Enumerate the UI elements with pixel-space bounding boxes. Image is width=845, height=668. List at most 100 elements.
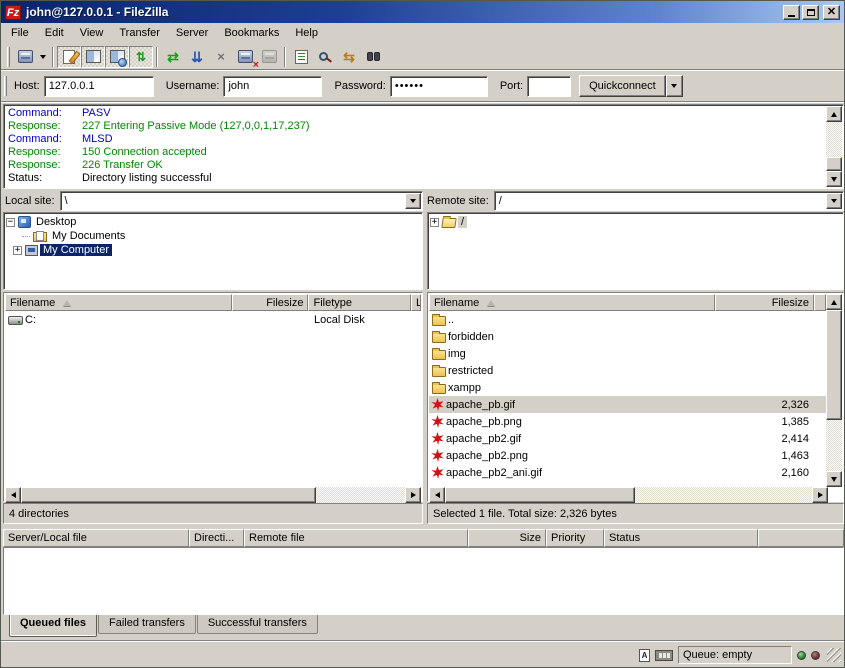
column-header-server-local-file[interactable]: Server/Local file	[3, 529, 189, 547]
resize-grip[interactable]	[827, 648, 841, 662]
scrollbar-thumb[interactable]	[826, 310, 842, 420]
scrollbar-thumb[interactable]	[445, 487, 635, 503]
minimize-button[interactable]	[783, 5, 800, 20]
close-button[interactable]: ✕	[823, 5, 840, 20]
folder-row[interactable]: ..	[429, 311, 826, 328]
process-queue-button[interactable]: ⇊	[185, 46, 209, 68]
scroll-up-icon	[831, 109, 837, 117]
username-input[interactable]	[223, 76, 322, 97]
scrollbar-track[interactable]	[316, 487, 405, 503]
file-row-selected[interactable]: apache_pb.gif2,326	[429, 396, 826, 413]
file-row[interactable]: apache_pb2.png1,463	[429, 447, 826, 464]
local-horizontal-scrollbar[interactable]	[5, 487, 421, 503]
menu-transfer[interactable]: Transfer	[111, 24, 168, 42]
port-label: Port:	[500, 80, 523, 92]
column-header-filename[interactable]: Filename	[5, 294, 232, 311]
close-icon: ✕	[827, 7, 836, 17]
column-header-filetype[interactable]: Filetype	[308, 294, 411, 311]
tab-successful-transfers[interactable]: Successful transfers	[197, 615, 318, 634]
column-header-lastmodified[interactable]: L	[411, 294, 421, 311]
menu-bookmarks[interactable]: Bookmarks	[216, 24, 287, 42]
collapse-icon[interactable]: −	[6, 218, 15, 227]
column-header-filesize[interactable]: Filesize	[715, 294, 814, 311]
host-input[interactable]	[44, 76, 154, 97]
scroll-right-icon	[411, 492, 419, 498]
toggle-message-log-button[interactable]	[57, 46, 81, 68]
menu-file[interactable]: File	[3, 24, 37, 42]
column-header-direction[interactable]: Directi...	[189, 529, 244, 547]
disconnect-button[interactable]: ×	[233, 46, 257, 68]
filter-button[interactable]	[289, 46, 313, 68]
remote-horizontal-scrollbar[interactable]	[429, 487, 828, 503]
tree-item-my-computer[interactable]: + My Computer	[6, 243, 420, 257]
tree-item-desktop[interactable]: − Desktop	[6, 215, 420, 229]
column-header-filesize[interactable]: Filesize	[232, 294, 309, 311]
folder-row[interactable]: xampp	[429, 379, 826, 396]
scroll-down-button[interactable]	[826, 471, 842, 487]
menu-help[interactable]: Help	[287, 24, 326, 42]
password-input[interactable]	[390, 76, 488, 97]
file-row-c-drive[interactable]: C: Local Disk	[5, 311, 421, 328]
toggle-remote-tree-button[interactable]	[105, 46, 129, 68]
log-line: Response:150 Connection accepted	[8, 146, 823, 159]
column-header-remote-file[interactable]: Remote file	[244, 529, 468, 547]
scroll-up-icon	[831, 297, 837, 305]
scroll-right-button[interactable]	[812, 487, 828, 503]
scrollbar-track[interactable]	[635, 487, 812, 503]
image-file-icon	[431, 466, 444, 479]
expand-icon[interactable]: +	[430, 218, 439, 227]
column-header-priority[interactable]: Priority	[546, 529, 604, 547]
scrollbar-track[interactable]	[826, 420, 842, 471]
scroll-left-button[interactable]	[429, 487, 445, 503]
log-scrollbar[interactable]	[826, 106, 842, 187]
find-files-button[interactable]	[361, 46, 385, 68]
remote-site-dropdown-button[interactable]	[826, 193, 842, 209]
speed-limit-icon[interactable]	[655, 650, 673, 661]
toggle-transfer-queue-button[interactable]: ⇅	[129, 46, 153, 68]
directory-comparison-button[interactable]	[313, 46, 337, 68]
tab-queued-files[interactable]: Queued files	[9, 615, 97, 637]
tab-failed-transfers[interactable]: Failed transfers	[98, 615, 196, 634]
remote-site-label: Remote site:	[427, 195, 489, 207]
synchronized-browsing-button[interactable]: ⇆	[337, 46, 361, 68]
refresh-button[interactable]: ⇄	[161, 46, 185, 68]
column-header-size[interactable]: Size	[468, 529, 546, 547]
folder-row[interactable]: img	[429, 345, 826, 362]
file-row[interactable]: apache_pb2_ani.gif2,160	[429, 464, 826, 481]
remote-site-combo[interactable]: /	[494, 191, 844, 211]
folder-row[interactable]: forbidden	[429, 328, 826, 345]
scroll-up-button[interactable]	[826, 294, 842, 310]
local-site-dropdown-button[interactable]	[405, 193, 421, 209]
remote-vertical-scrollbar[interactable]	[826, 294, 842, 487]
toggle-local-tree-button[interactable]	[81, 46, 105, 68]
column-header-filename[interactable]: Filename	[429, 294, 715, 311]
site-manager-dropdown-button[interactable]	[37, 46, 49, 68]
menu-server[interactable]: Server	[168, 24, 216, 42]
cancel-button[interactable]: ×	[209, 46, 233, 68]
scroll-right-button[interactable]	[405, 487, 421, 503]
quickconnect-dropdown-button[interactable]	[666, 75, 683, 97]
folder-row[interactable]: restricted	[429, 362, 826, 379]
maximize-button[interactable]	[802, 5, 819, 20]
expand-icon[interactable]: +	[13, 246, 22, 255]
scrollbar-track[interactable]	[826, 122, 842, 157]
file-row[interactable]: apache_pb2.gif2,414	[429, 430, 826, 447]
local-site-combo[interactable]: \	[60, 191, 423, 211]
menu-edit[interactable]: Edit	[37, 24, 72, 42]
menu-view[interactable]: View	[72, 24, 112, 42]
scroll-left-button[interactable]	[5, 487, 21, 503]
site-manager-button[interactable]	[13, 46, 37, 68]
column-header-status[interactable]: Status	[604, 529, 758, 547]
scrollbar-thumb[interactable]	[826, 157, 842, 171]
transfer-type-icon[interactable]: A	[639, 649, 650, 662]
scroll-down-button[interactable]	[826, 171, 842, 187]
queue-status-box: Queue: empty	[678, 646, 792, 664]
scroll-up-button[interactable]	[826, 106, 842, 122]
file-row[interactable]: apache_pb.png1,385	[429, 413, 826, 430]
reconnect-button[interactable]	[257, 46, 281, 68]
tree-item-root[interactable]: + /	[430, 215, 841, 229]
scrollbar-thumb[interactable]	[21, 487, 316, 503]
port-input[interactable]	[527, 76, 571, 97]
tree-item-my-documents[interactable]: My Documents	[6, 229, 420, 243]
quickconnect-button[interactable]: Quickconnect	[579, 75, 666, 97]
